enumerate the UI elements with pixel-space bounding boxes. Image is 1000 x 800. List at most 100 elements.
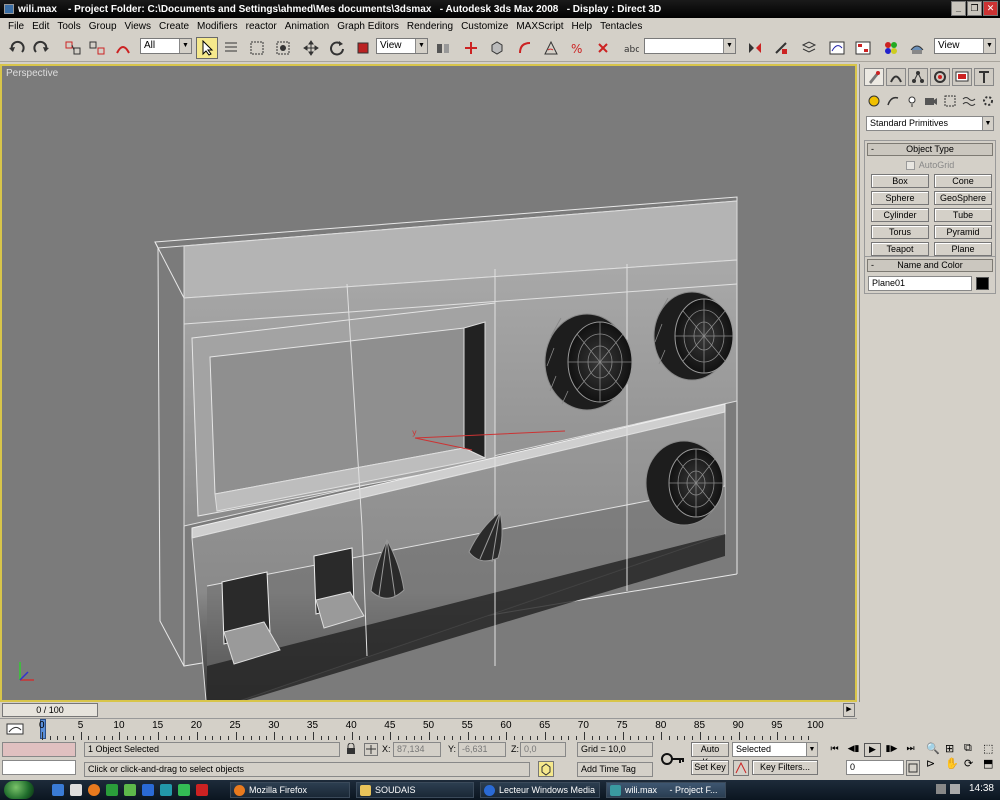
render-scene-icon[interactable]: [906, 37, 928, 59]
named-selection-icon[interactable]: abc: [620, 37, 642, 59]
zoom-icon[interactable]: 🔍: [926, 742, 943, 755]
spinner-snap-icon[interactable]: [592, 37, 614, 59]
bind-spacewarp-icon[interactable]: [112, 37, 134, 59]
firefox-quick-icon[interactable]: [88, 784, 100, 796]
quicklaunch-3-icon[interactable]: [106, 784, 118, 796]
task-soudais[interactable]: SOUDAIS: [356, 782, 474, 798]
object-type-header[interactable]: - Object Type: [867, 143, 993, 156]
menu-tentacles[interactable]: Tentacles: [596, 21, 646, 32]
render-type-select[interactable]: View ▼: [934, 38, 996, 54]
object-color-swatch[interactable]: [976, 277, 989, 290]
spacewarps-icon[interactable]: [961, 94, 977, 108]
select-object-icon[interactable]: [196, 37, 218, 59]
show-desktop-icon[interactable]: [52, 784, 64, 796]
undo-icon[interactable]: [6, 37, 28, 59]
systems-icon[interactable]: [980, 94, 996, 108]
cone-button[interactable]: Cone: [934, 174, 992, 188]
track-bar[interactable]: 0 5 10 15 20 25 30 35 40 45 50 55 60 65 70 75 80 85 90 95 10…: [0, 718, 857, 740]
perspective-viewport[interactable]: Perspective y: [0, 64, 857, 702]
menu-create[interactable]: Create: [155, 21, 193, 32]
key-mode-select[interactable]: Selected ▼: [732, 742, 818, 757]
next-frame-icon[interactable]: ▮▶: [883, 743, 900, 757]
menu-graph-editors[interactable]: Graph Editors: [333, 21, 403, 32]
maxscript-listener[interactable]: [2, 742, 76, 757]
task-media-player[interactable]: Lecteur Windows Media: [480, 782, 600, 798]
schematic-view-icon[interactable]: [852, 37, 874, 59]
quicklaunch-6-icon[interactable]: [160, 784, 172, 796]
utilities-tab-icon[interactable]: [974, 68, 994, 86]
material-editor-icon[interactable]: [880, 37, 902, 59]
time-next-arrow-icon[interactable]: ▶: [843, 703, 855, 717]
restore-button[interactable]: ❐: [967, 1, 982, 16]
auto-key-button[interactable]: Auto Key: [691, 742, 729, 767]
menu-group[interactable]: Group: [85, 21, 121, 32]
mini-curve-editor-icon[interactable]: [6, 721, 24, 740]
minimize-button[interactable]: _: [951, 1, 966, 16]
orbit-icon[interactable]: ⟳: [964, 757, 981, 770]
hierarchy-tab-icon[interactable]: [908, 68, 928, 86]
menu-help[interactable]: Help: [568, 21, 597, 32]
z-coordinate-input[interactable]: 0,0: [520, 742, 566, 757]
unlink-icon[interactable]: [86, 37, 108, 59]
rotate-icon[interactable]: [326, 37, 348, 59]
play-icon[interactable]: ▶: [864, 743, 881, 757]
task-3dsmax[interactable]: wili.max - Project F...: [606, 782, 726, 798]
field-of-view-icon[interactable]: ⊳: [926, 757, 943, 770]
goto-end-icon[interactable]: ⏭: [902, 743, 919, 757]
reference-coordinate-select[interactable]: View ▼: [376, 38, 428, 54]
rectangular-selection-icon[interactable]: [246, 37, 268, 59]
primitive-category-select[interactable]: Standard Primitives ▼: [866, 116, 994, 131]
pyramid-button[interactable]: Pyramid: [934, 225, 992, 239]
selection-filter-select[interactable]: All ▼: [140, 38, 192, 54]
lights-icon[interactable]: [904, 94, 920, 108]
angle-snap-icon[interactable]: [540, 37, 562, 59]
quicklaunch-5-icon[interactable]: [142, 784, 154, 796]
torus-button[interactable]: Torus: [871, 225, 929, 239]
menu-reactor[interactable]: reactor: [242, 21, 281, 32]
menu-tools[interactable]: Tools: [53, 21, 84, 32]
quicklaunch-7-icon[interactable]: [178, 784, 190, 796]
time-tag-icon[interactable]: [538, 761, 554, 777]
plane-button[interactable]: Plane: [934, 242, 992, 256]
helpers-icon[interactable]: [942, 94, 958, 108]
teapot-button[interactable]: Teapot: [871, 242, 929, 256]
set-key-icon[interactable]: [660, 747, 686, 774]
menu-modifiers[interactable]: Modifiers: [193, 21, 242, 32]
shapes-icon[interactable]: [885, 94, 901, 108]
cameras-icon[interactable]: [923, 94, 939, 108]
motion-tab-icon[interactable]: [930, 68, 950, 86]
layer-manager-icon[interactable]: [798, 37, 820, 59]
name-color-header[interactable]: - Name and Color: [867, 259, 993, 272]
align-icon[interactable]: [770, 37, 792, 59]
geosphere-button[interactable]: GeoSphere: [934, 191, 992, 205]
menu-maxscript[interactable]: MAXScript: [512, 21, 567, 32]
start-button[interactable]: [4, 781, 34, 799]
move-icon[interactable]: [300, 37, 322, 59]
previous-frame-icon[interactable]: ◀▮: [845, 743, 862, 757]
zoom-extents-icon[interactable]: ⧉: [964, 742, 981, 755]
select-link-icon[interactable]: [62, 37, 84, 59]
task-firefox[interactable]: Mozilla Firefox: [230, 782, 350, 798]
select-by-name-icon[interactable]: [220, 37, 242, 59]
quicklaunch-1-icon[interactable]: [70, 784, 82, 796]
x-coordinate-input[interactable]: 87,134: [393, 742, 441, 757]
create-tab-icon[interactable]: [864, 68, 884, 86]
current-frame-input[interactable]: 0: [846, 760, 904, 775]
pivot-center-icon[interactable]: [432, 37, 454, 59]
goto-start-icon[interactable]: ⏮: [826, 743, 843, 757]
zoom-all-icon[interactable]: ⊞: [945, 742, 962, 755]
menu-animation[interactable]: Animation: [281, 21, 333, 32]
modify-tab-icon[interactable]: [886, 68, 906, 86]
mirror-icon[interactable]: [744, 37, 766, 59]
tray-network-icon[interactable]: [936, 784, 946, 794]
curve-editor-icon[interactable]: [826, 37, 848, 59]
redo-icon[interactable]: [30, 37, 52, 59]
menu-customize[interactable]: Customize: [457, 21, 512, 32]
maxscript-mini-listener[interactable]: [2, 760, 76, 775]
set-key-button[interactable]: Set Key: [691, 760, 729, 775]
tube-button[interactable]: Tube: [934, 208, 992, 222]
sphere-button[interactable]: Sphere: [871, 191, 929, 205]
absolute-mode-icon[interactable]: [364, 743, 378, 756]
quicklaunch-8-icon[interactable]: [196, 784, 208, 796]
selection-lock-icon[interactable]: [345, 742, 357, 758]
